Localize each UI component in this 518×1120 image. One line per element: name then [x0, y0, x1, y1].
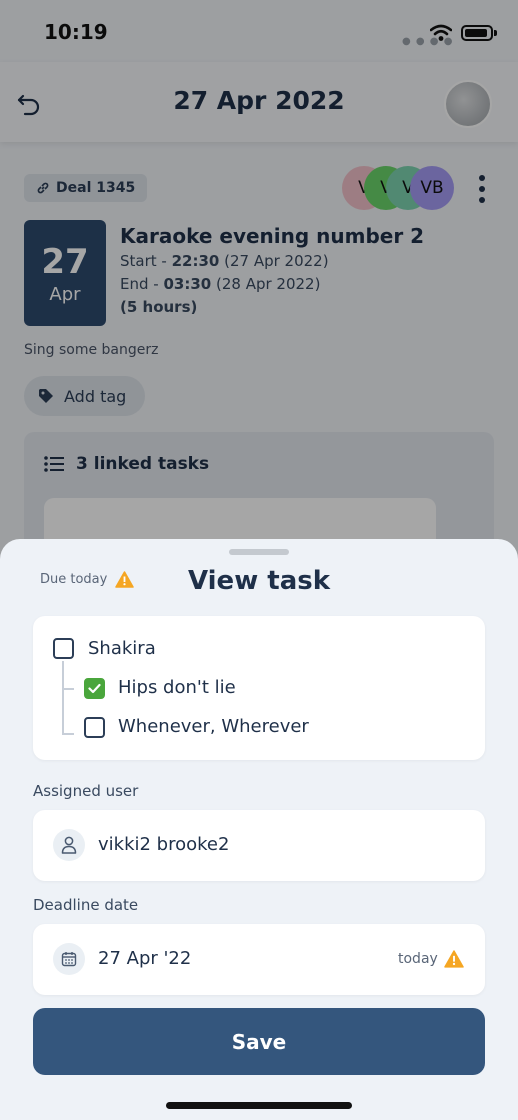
- sheet-drag-handle[interactable]: [229, 549, 289, 555]
- task-checkbox[interactable]: [53, 638, 74, 659]
- save-button[interactable]: Save: [33, 1008, 485, 1075]
- subtask-label: Whenever, Wherever: [118, 716, 309, 737]
- tree-connector: [62, 661, 64, 734]
- warning-icon: [444, 950, 464, 968]
- assigned-user-value: vikki2 brooke2: [98, 834, 230, 855]
- user-icon: [53, 829, 85, 861]
- sheet-title: View task: [187, 566, 331, 596]
- task-name: Shakira: [88, 638, 156, 659]
- deadline-status: today: [398, 951, 438, 967]
- home-indicator[interactable]: [166, 1102, 352, 1109]
- subtask-label: Hips don't lie: [118, 677, 236, 698]
- deadline-value: 27 Apr '22: [98, 948, 192, 969]
- check-icon: [88, 683, 101, 694]
- deadline-label: Deadline date: [33, 896, 139, 914]
- assigned-user-label: Assigned user: [33, 782, 139, 800]
- subtask-checkbox[interactable]: [84, 717, 105, 738]
- subtask-checkbox-checked[interactable]: [84, 678, 105, 699]
- calendar-icon: [53, 943, 85, 975]
